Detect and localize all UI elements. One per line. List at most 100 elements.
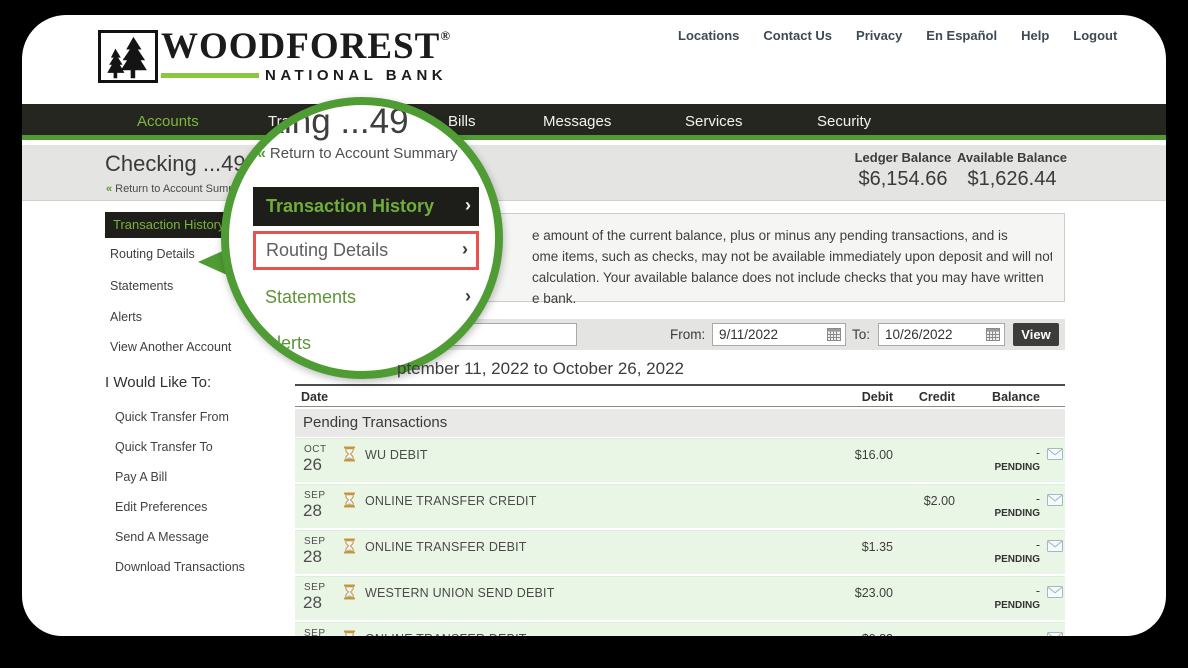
sidebar-item-transaction-history[interactable]: Transaction History [105, 212, 236, 238]
date-column-header: Date [301, 390, 328, 404]
hourglass-pending-icon [343, 446, 356, 467]
from-date-field[interactable] [712, 323, 846, 346]
account-header-band: Checking ...49 «Return to Account Summar… [22, 145, 1166, 201]
chevron-right-icon: › [465, 185, 471, 224]
tx-debit-amount: $23.00 [815, 586, 893, 600]
lens-menu-item-label: Statements [265, 287, 356, 307]
transaction-row: SEP28ONLINE TRANSFER CREDIT$2.00-PENDING [295, 484, 1065, 528]
lens-menu-item-routing-details[interactable]: Routing Details › [253, 231, 479, 270]
tx-description[interactable]: WU DEBIT [365, 448, 428, 462]
info-text-line: ome items, such as checks, may not be av… [532, 246, 1052, 267]
tx-month: SEP [304, 582, 326, 593]
info-text-line: e amount of the current balance, plus or… [532, 225, 1052, 246]
page-title: Checking ...49 [105, 151, 246, 177]
tx-description[interactable]: ONLINE TRANSFER DEBIT [365, 540, 527, 554]
tx-day: 28 [303, 501, 322, 521]
lens-menu-item-label: Transaction History [266, 196, 434, 216]
tx-credit-amount: $2.00 [897, 494, 955, 508]
tx-balance: - [970, 584, 1040, 598]
sidebar-item-view-another-account[interactable]: View Another Account [110, 340, 231, 354]
tx-day: 26 [303, 455, 322, 475]
calendar-icon[interactable] [827, 328, 841, 346]
lens-menu-item-label: Routing Details [266, 240, 388, 260]
tx-month: SEP [304, 490, 326, 501]
tx-balance: - [970, 446, 1040, 460]
envelope-icon[interactable] [1047, 493, 1063, 511]
nav-item-messages[interactable]: Messages [543, 104, 611, 140]
lens-return-label: Return to Account Summary [270, 145, 458, 162]
tx-day: 28 [303, 547, 322, 567]
available-balance: Available Balance $1,626.44 [956, 150, 1068, 191]
info-text-line: calculation. Your available balance does… [532, 267, 1052, 288]
balance-column-header: Balance [970, 390, 1040, 404]
sidebar-item-alerts[interactable]: Alerts [110, 310, 142, 324]
topbar-link-help[interactable]: Help [1021, 28, 1049, 43]
transactions-header-row: Date Debit Credit Balance [295, 384, 1065, 407]
logo-green-underline [161, 73, 259, 78]
sidebar-item-statements[interactable]: Statements [110, 279, 173, 293]
tx-debit-amount: $0.82 [815, 632, 893, 636]
nav-item-accounts[interactable]: Accounts [137, 104, 199, 140]
calendar-icon[interactable] [986, 328, 1000, 346]
tx-status-pending: PENDING [950, 600, 1040, 611]
chevron-right-icon: › [465, 327, 471, 357]
chevron-right-icon: › [462, 233, 468, 266]
tx-balance: - [970, 630, 1040, 636]
tx-status-pending: PENDING [950, 508, 1040, 519]
envelope-icon[interactable] [1047, 585, 1063, 603]
envelope-icon[interactable] [1047, 631, 1063, 636]
to-label: To: [852, 327, 870, 342]
topbar-link-privacy[interactable]: Privacy [856, 28, 902, 43]
available-balance-label: Available Balance [956, 150, 1068, 165]
transaction-row: OCT26 WU DEBIT $16.00 - PENDING [295, 438, 1065, 482]
topbar-link-locations[interactable]: Locations [678, 28, 739, 43]
sidebar-section-heading: I Would Like To: [105, 374, 211, 391]
sidebar-action-quick-transfer-from[interactable]: Quick Transfer From [115, 410, 229, 424]
sidebar-action-pay-a-bill[interactable]: Pay A Bill [115, 470, 167, 484]
nav-item-services[interactable]: Services [685, 104, 743, 140]
hourglass-pending-icon [343, 630, 356, 636]
sidebar-action-send-a-message[interactable]: Send A Message [115, 530, 209, 544]
from-label: From: [670, 327, 705, 342]
lens-menu-item-transaction-history[interactable]: Transaction History › [253, 187, 479, 226]
pending-transactions-section-label: Pending Transactions [295, 409, 1065, 437]
back-chevrons-icon: « [257, 145, 266, 162]
ledger-balance-value: $6,154.66 [847, 168, 959, 191]
tx-description[interactable]: WESTERN UNION SEND DEBIT [365, 586, 555, 600]
sidebar-action-quick-transfer-to[interactable]: Quick Transfer To [115, 440, 213, 454]
sidebar-action-download-transactions[interactable]: Download Transactions [115, 560, 245, 574]
topbar-link-en-espa-ol[interactable]: En Español [926, 28, 997, 43]
tx-status-pending: PENDING [950, 462, 1040, 473]
tx-balance: - [970, 538, 1040, 552]
tx-month: SEP [304, 628, 326, 636]
from-date-input[interactable] [713, 324, 845, 345]
tx-status-pending: PENDING [950, 554, 1040, 565]
utility-nav: Locations Contact Us Privacy En Español Help… [678, 28, 1117, 43]
lens-return-link[interactable]: «Return to Account Summary [257, 145, 458, 163]
lens-title-fragment: cking ...49 [249, 102, 409, 142]
credit-column-header: Credit [897, 390, 955, 404]
tx-debit-amount: $1.35 [815, 540, 893, 554]
registered-mark: ® [440, 28, 451, 43]
topbar-link-logout[interactable]: Logout [1073, 28, 1117, 43]
to-date-field[interactable] [878, 323, 1005, 346]
chevron-right-icon: › [465, 281, 471, 311]
topbar-link-contact-us[interactable]: Contact Us [763, 28, 832, 43]
tx-description[interactable]: ONLINE TRANSFER CREDIT [365, 494, 537, 508]
envelope-icon[interactable] [1047, 539, 1063, 557]
lens-menu-item-alerts[interactable]: Alerts› [253, 328, 479, 358]
hourglass-pending-icon [343, 538, 356, 559]
logo-subtitle: NATIONAL BANK [265, 67, 447, 84]
lens-menu-item-statements[interactable]: Statements › [253, 282, 479, 312]
nav-item-security[interactable]: Security [817, 104, 871, 140]
tx-month: OCT [304, 444, 327, 455]
sidebar-item-routing-details[interactable]: Routing Details [110, 247, 195, 261]
sidebar-action-edit-preferences[interactable]: Edit Preferences [115, 500, 207, 514]
tx-description[interactable]: ONLINE TRANSFER DEBIT [365, 632, 527, 636]
transactions-list: OCT26WU DEBIT$16.00-PENDINGSEP28ONLINE T… [295, 438, 1065, 636]
view-button[interactable]: View [1013, 323, 1059, 346]
envelope-icon[interactable] [1047, 447, 1063, 465]
lens-menu: Transaction History›Routing Details›Stat… [253, 187, 479, 379]
tx-debit-amount: $16.00 [815, 448, 893, 462]
back-chevrons-icon: « [106, 183, 112, 195]
